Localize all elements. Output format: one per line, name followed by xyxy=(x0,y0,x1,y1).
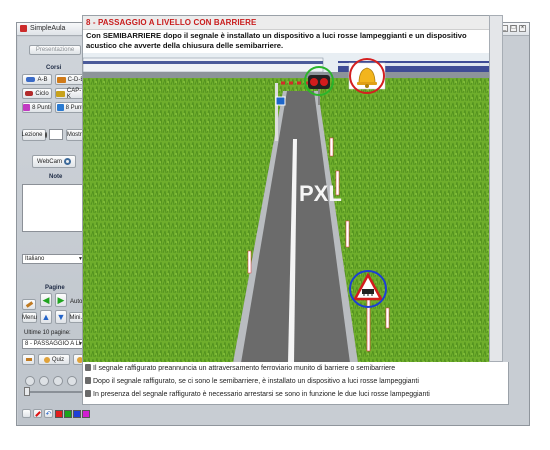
window-title: SimpleAula xyxy=(30,25,66,32)
bell-icon xyxy=(348,62,386,90)
webcam-icon xyxy=(63,158,71,165)
volume-slider-track[interactable] xyxy=(24,391,84,393)
barrier-post-left xyxy=(275,83,278,141)
auto-label[interactable]: Auto xyxy=(70,299,82,305)
car-icon xyxy=(26,77,36,82)
pen-button[interactable] xyxy=(22,299,36,310)
recent-pages-value: 8 - PASSAGGIO A LI xyxy=(25,341,81,347)
webcam-label: WebCam xyxy=(37,158,62,165)
lesson-button[interactable]: Lezione xyxy=(21,129,47,141)
speaker-icon[interactable] xyxy=(85,377,91,384)
presentation-button[interactable]: Presentazione xyxy=(29,45,81,55)
answer-text: Il segnale raffigurato preannuncia un at… xyxy=(93,365,396,372)
sidebar: Presentazione Corsi A-B C-D-E Ciclo CAP-… xyxy=(18,37,90,425)
recent-pages-label: Ultime 10 pagine: xyxy=(24,330,71,336)
notes-label: Note xyxy=(49,174,63,180)
media-pause-button[interactable] xyxy=(53,376,63,386)
motorcycle-icon xyxy=(25,91,34,96)
page-down-button[interactable]: ▼ xyxy=(55,310,67,324)
app-icon xyxy=(20,25,27,32)
draw-button[interactable] xyxy=(33,409,42,418)
webcam-button[interactable]: WebCam xyxy=(32,155,76,168)
bus-icon xyxy=(56,90,65,97)
presentation-button-label: Presentazione xyxy=(35,47,75,53)
quiz-icon xyxy=(43,356,50,363)
quiz-label: Quiz xyxy=(51,356,65,363)
quiz-button[interactable]: Quiz xyxy=(38,354,70,365)
prev-page-button[interactable]: ◀ xyxy=(40,293,52,307)
undo-button[interactable]: ↶ xyxy=(44,409,53,418)
blank-page-button[interactable] xyxy=(22,409,31,418)
level-crossing-illustration: PXL xyxy=(83,53,489,363)
course-8-punti-button[interactable]: 8 Punti xyxy=(22,102,52,113)
edit-button[interactable] xyxy=(22,354,35,365)
next-page-button[interactable]: ▶ xyxy=(55,293,67,307)
menu-button[interactable]: Menu xyxy=(22,312,37,323)
answer-text: In presenza del segnale raffigurato è ne… xyxy=(93,391,430,398)
undo-icon: ↶ xyxy=(45,410,52,418)
railway-track xyxy=(83,72,489,78)
pen-icon xyxy=(34,410,41,417)
answer-item[interactable]: Il segnale raffigurato preannuncia un at… xyxy=(85,364,395,374)
answer-panel: Il segnale raffigurato preannuncia un at… xyxy=(82,362,509,405)
lesson-text: Con SEMIBARRIERE dopo il segnale è insta… xyxy=(86,31,467,50)
maximize-button[interactable]: □ xyxy=(510,25,517,32)
lesson-page: 8 - PASSAGGIO A LIVELLO CON BARRIERE Con… xyxy=(82,15,490,364)
course-label: 8 Punti xyxy=(32,104,51,111)
arrow-down-icon: ▼ xyxy=(56,312,66,322)
page-scrollbar[interactable] xyxy=(489,15,503,362)
page-header: 8 - PASSAGGIO A LIVELLO CON BARRIERE xyxy=(83,16,489,30)
course-a-b-button[interactable]: A-B xyxy=(22,74,52,85)
color-swatch-green[interactable] xyxy=(64,410,72,418)
arrow-left-icon: ◀ xyxy=(42,294,50,305)
language-select[interactable]: Italiano ▼ xyxy=(22,254,86,264)
courses-label: Corsi xyxy=(46,65,62,71)
notes-textarea[interactable] xyxy=(22,184,88,232)
lesson-number-field[interactable] xyxy=(49,129,63,140)
color-swatch-red[interactable] xyxy=(55,410,63,418)
pages-label: Pagine xyxy=(45,285,65,291)
road-marking-text: PXL xyxy=(299,181,342,206)
truck-icon xyxy=(56,76,66,83)
color-swatch-magenta[interactable] xyxy=(82,410,90,418)
answer-item[interactable]: Dopo il segnale raffigurato, se ci sono … xyxy=(85,377,419,387)
magnifier-icon xyxy=(44,132,47,138)
pencil-icon xyxy=(25,358,32,361)
speaker-icon[interactable] xyxy=(85,390,91,397)
answer-item[interactable]: In presenza del segnale raffigurato è ne… xyxy=(85,390,430,400)
course-label: A-B xyxy=(37,76,48,83)
volume-slider-handle[interactable] xyxy=(24,387,30,396)
answer-text: Dopo il segnale raffigurato, se ci sono … xyxy=(93,378,419,385)
course-ciclo-button[interactable]: Ciclo xyxy=(22,88,52,99)
media-rewind-button[interactable] xyxy=(25,376,35,386)
small-blue-sign xyxy=(275,96,286,106)
license-icon xyxy=(23,104,31,111)
arrow-right-icon: ▶ xyxy=(57,294,65,305)
page-title: 8 - PASSAGGIO A LIVELLO CON BARRIERE xyxy=(86,18,257,27)
page-up-button[interactable]: ▲ xyxy=(40,310,52,324)
speaker-icon[interactable] xyxy=(85,364,91,371)
course-label: Ciclo xyxy=(35,90,49,97)
color-swatch-blue[interactable] xyxy=(73,410,81,418)
media-stop-button[interactable] xyxy=(67,376,77,386)
arrow-up-icon: ▲ xyxy=(41,312,51,322)
pen-icon xyxy=(25,301,33,308)
lesson-label: Lezione xyxy=(21,132,43,138)
close-button[interactable]: × xyxy=(519,25,526,32)
license-icon xyxy=(56,104,64,111)
recent-pages-select[interactable]: 8 - PASSAGGIO A LI ▼ xyxy=(22,339,86,349)
media-play-button[interactable] xyxy=(39,376,49,386)
menu-label: Menu xyxy=(22,314,38,321)
language-value: Italiano xyxy=(25,256,45,262)
